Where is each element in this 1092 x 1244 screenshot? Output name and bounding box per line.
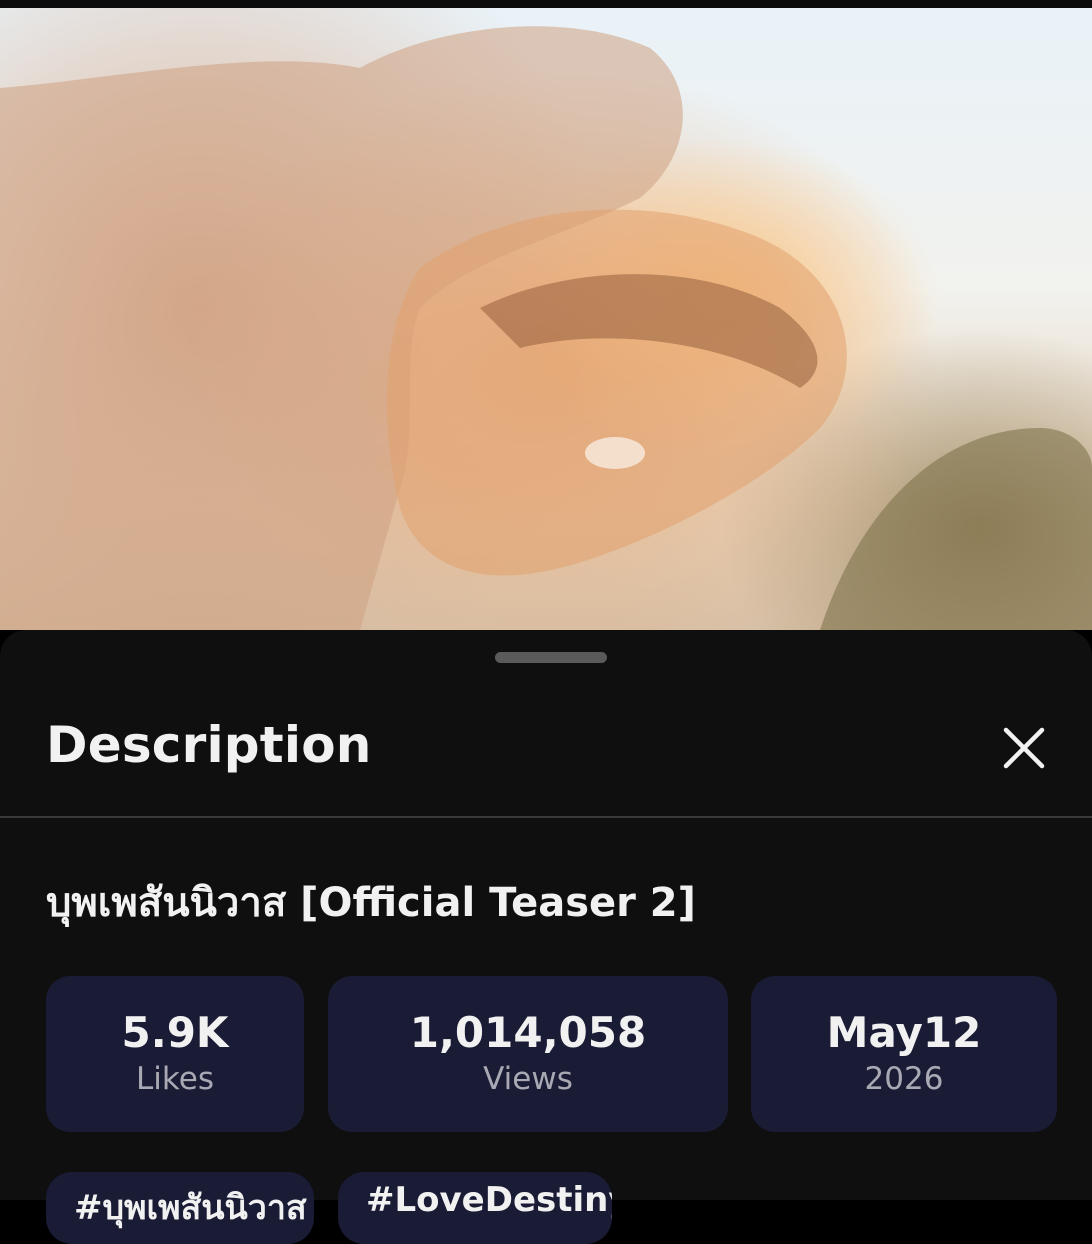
video-title: บุพเพสันนิวาส [Official Teaser 2] (46, 880, 696, 926)
video-frame-artwork (0, 26, 1092, 630)
date-stat-card: May12 2026 (751, 976, 1057, 1132)
video-player[interactable] (0, 8, 1092, 630)
views-stat-card: 1,014,058 Views (328, 976, 728, 1132)
publish-year: 2026 (864, 1061, 944, 1097)
likes-stat-card: 5.9K Likes (46, 976, 304, 1132)
publish-date: May12 (826, 1008, 982, 1057)
sheet-title: Description (46, 716, 372, 774)
likes-count: 5.9K (121, 1008, 229, 1057)
header-divider (0, 816, 1092, 818)
hashtag-chip[interactable]: #LoveDestiny (338, 1172, 612, 1244)
views-label: Views (483, 1061, 573, 1097)
sheet-drag-handle[interactable] (495, 652, 607, 663)
views-count: 1,014,058 (409, 1008, 647, 1057)
close-icon (1003, 727, 1045, 769)
description-sheet: Description บุพเพสันนิวาส [Official Teas… (0, 630, 1092, 1244)
hashtag-chip[interactable]: #บุพเพสันนิวาส (46, 1172, 314, 1244)
likes-label: Likes (136, 1061, 214, 1097)
top-status-strip (0, 0, 1092, 8)
close-button[interactable] (992, 716, 1056, 780)
